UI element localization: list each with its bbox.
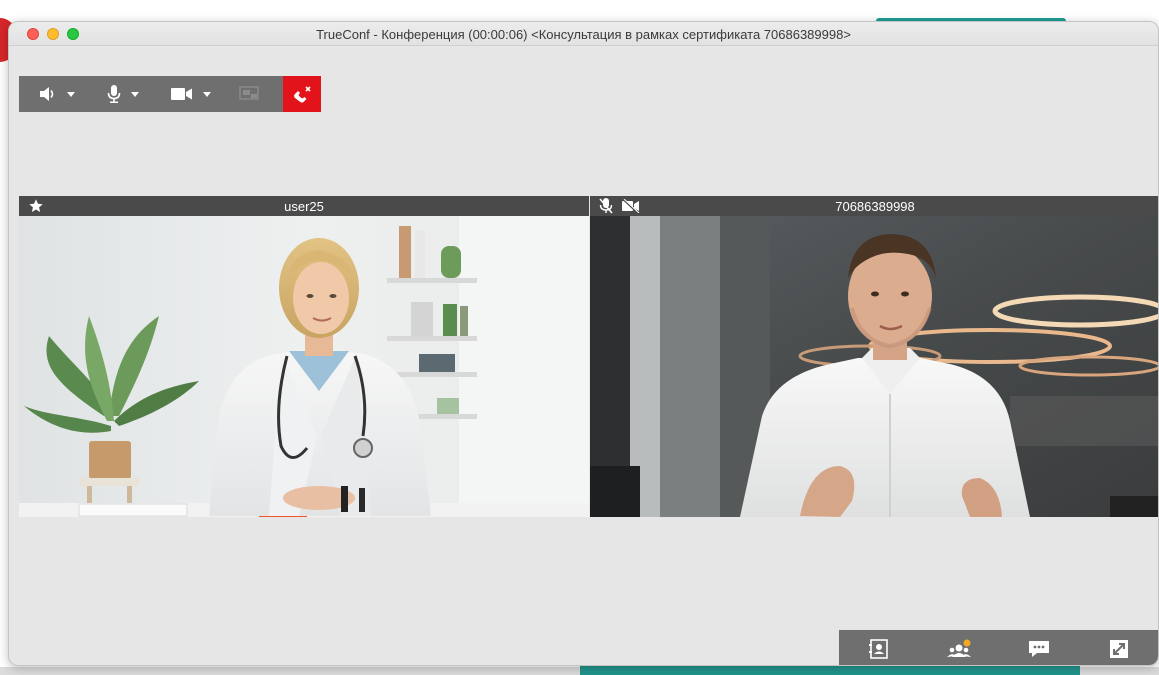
participant-video-man — [590, 216, 1158, 517]
speaker-button[interactable] — [39, 76, 75, 112]
participant-name: user25 — [284, 199, 324, 214]
hang-up-button[interactable] — [283, 76, 321, 112]
contacts-icon — [869, 638, 888, 659]
hang-up-icon — [294, 86, 311, 103]
screen-share-button[interactable] — [239, 76, 259, 112]
camera-button[interactable] — [171, 76, 211, 112]
video-tile-70686389998[interactable]: 70686389998 — [590, 196, 1158, 517]
video-tile-header: 70686389998 — [590, 196, 1158, 216]
speaker-icon — [40, 87, 54, 101]
microphone-button[interactable] — [107, 76, 139, 112]
participant-name: 70686389998 — [835, 199, 915, 214]
call-toolbar — [19, 76, 321, 112]
fullscreen-button[interactable] — [1099, 630, 1139, 665]
camera-dropdown-arrow[interactable] — [203, 91, 211, 97]
microphone-dropdown-arrow[interactable] — [131, 91, 139, 97]
notification-dot — [963, 639, 971, 646]
speaker-dropdown-arrow[interactable] — [67, 91, 75, 97]
window-title: TrueConf - Конференция (00:00:06) <Консу… — [316, 27, 851, 42]
chat-icon — [1029, 640, 1049, 657]
conference-window: TrueConf - Конференция (00:00:06) <Консу… — [8, 21, 1159, 666]
participants-button[interactable] — [939, 630, 979, 665]
participant-video-doctor — [19, 216, 589, 517]
fullscreen-icon — [1110, 639, 1128, 658]
chat-button[interactable] — [1019, 630, 1059, 665]
screen-share-icon — [239, 86, 259, 100]
video-tile-user25[interactable]: user25 — [19, 196, 589, 517]
microphone-icon — [107, 85, 121, 103]
title-bar: TrueConf - Конференция (00:00:06) <Консу… — [9, 22, 1158, 46]
contacts-button[interactable] — [859, 630, 899, 665]
video-camera-icon — [171, 88, 192, 100]
bottom-control-bar — [839, 630, 1158, 665]
participants-icon — [947, 639, 971, 657]
video-tile-header: user25 — [19, 196, 589, 216]
